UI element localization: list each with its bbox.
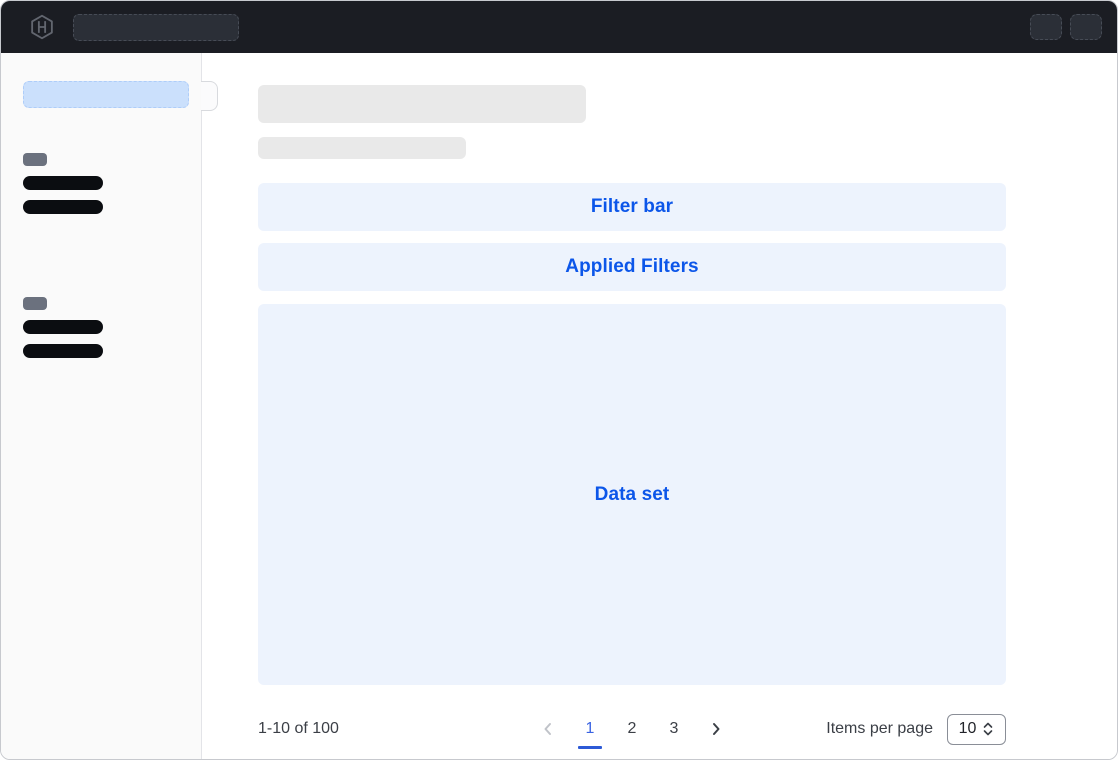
items-per-page-label: Items per page [826,720,933,738]
sidebar-item-placeholder [23,320,103,334]
top-nav-bar [1,1,1117,53]
sidebar-collapse-toggle[interactable] [201,81,218,111]
data-set-panel: Data set [258,304,1006,685]
app-window: Filter bar Applied Filters Data set 1-10… [0,0,1118,760]
page-button-2[interactable]: 2 [619,716,645,742]
app-body: Filter bar Applied Filters Data set 1-10… [1,53,1117,760]
previous-page-button[interactable] [535,716,561,742]
page-subtitle-placeholder [258,137,466,159]
applied-filters-label: Applied Filters [565,256,698,278]
hashicorp-logo-icon [29,14,55,40]
sidebar [1,53,202,760]
sidebar-item-placeholder [23,200,103,214]
chevron-left-icon [540,721,556,737]
data-set-label: Data set [595,484,670,506]
sidebar-item-placeholder [23,176,103,190]
items-per-page-value: 10 [959,720,977,738]
filter-bar-label: Filter bar [591,196,673,218]
items-per-page-group: Items per page 10 [826,714,1006,745]
nav-search-placeholder [73,14,239,41]
pagination-bar: 1-10 of 100 1 2 3 [258,705,1006,753]
applied-filters-panel: Applied Filters [258,243,1006,291]
pager: 1 2 3 [535,716,729,742]
chevron-right-icon [708,721,724,737]
topbar-action-placeholder-1 [1030,14,1062,40]
topbar-actions [1030,14,1102,40]
sidebar-section-label-placeholder [23,297,47,310]
topbar-action-placeholder-2 [1070,14,1102,40]
next-page-button[interactable] [703,716,729,742]
sidebar-section-label-placeholder [23,153,47,166]
pagination-range-text: 1-10 of 100 [258,720,339,738]
main-content: Filter bar Applied Filters Data set 1-10… [202,53,1117,760]
page-button-3[interactable]: 3 [661,716,687,742]
chevrons-up-down-icon [982,721,994,737]
sidebar-active-item-placeholder [23,81,189,108]
items-per-page-select[interactable]: 10 [947,714,1006,745]
page-button-1[interactable]: 1 [577,716,603,742]
page-title-placeholder [258,85,586,123]
filter-bar-panel: Filter bar [258,183,1006,231]
sidebar-item-placeholder [23,344,103,358]
